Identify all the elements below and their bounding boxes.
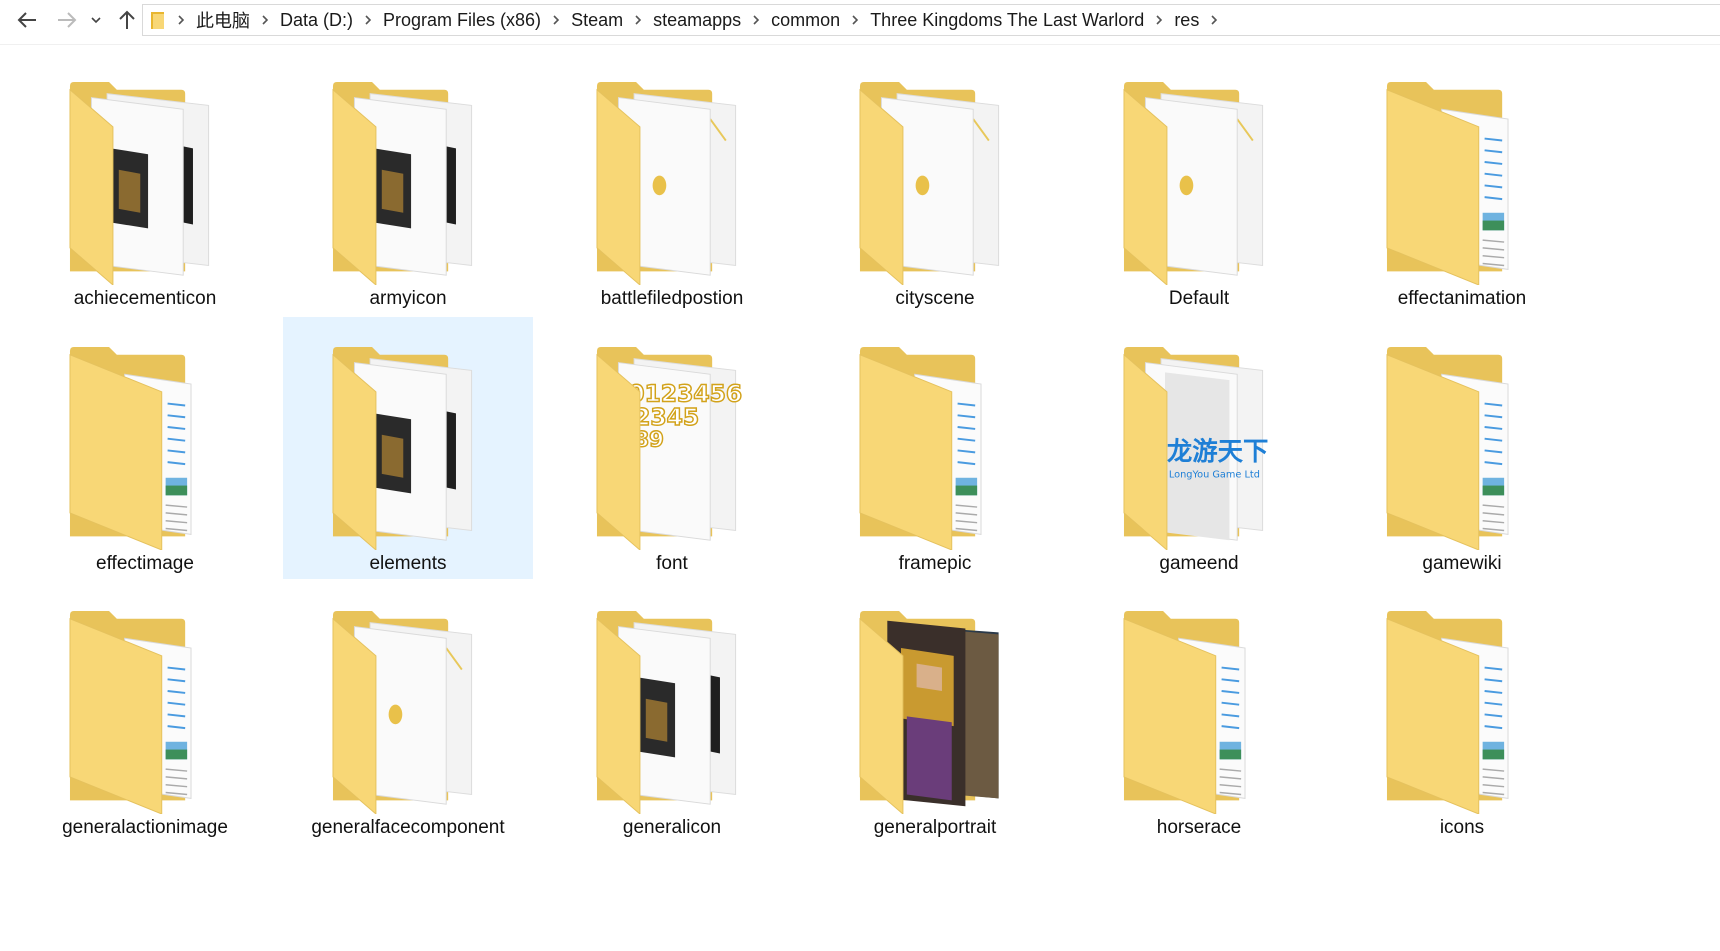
folder-icon	[856, 345, 1026, 551]
breadcrumb-item[interactable]: 此电脑	[194, 7, 252, 33]
folder-icon	[66, 345, 236, 551]
folder-item[interactable]: achiecementicon	[20, 52, 270, 314]
svg-text:龙游天下: 龙游天下	[1167, 436, 1269, 466]
folder-icon	[329, 80, 499, 287]
chevron-right-icon[interactable]	[543, 14, 569, 26]
folder-label: effectimage	[96, 553, 194, 574]
folder-icon	[66, 80, 236, 287]
folder-item[interactable]: generalfacecomponent	[283, 581, 533, 843]
folder-label: gameend	[1159, 553, 1239, 574]
folder-icon	[1383, 345, 1553, 551]
folder-label: effectanimation	[1397, 288, 1527, 309]
folder-label: framepic	[898, 553, 972, 574]
chevron-right-icon[interactable]	[1201, 14, 1227, 26]
divider	[0, 44, 1720, 45]
folder-label: generalactionimage	[62, 817, 228, 838]
svg-text:LongYou Game Ltd: LongYou Game Ltd	[1169, 470, 1260, 481]
folder-label: icons	[1439, 817, 1485, 838]
back-arrow-icon[interactable]	[10, 3, 44, 37]
folder-icon	[1383, 609, 1553, 815]
folder-icon	[1120, 609, 1290, 815]
folder-label: battlefiledpostion	[600, 288, 744, 309]
breadcrumb-item[interactable]: res	[1172, 10, 1201, 31]
chevron-right-icon[interactable]	[252, 14, 278, 26]
folder-item[interactable]: armyicon	[283, 52, 533, 314]
folder-item[interactable]: battlefiledpostion	[547, 52, 797, 314]
folder-item[interactable]: elements	[283, 317, 533, 579]
breadcrumb-item[interactable]: Steam	[569, 10, 625, 31]
folder-icon	[1383, 80, 1553, 286]
folder-item[interactable]: generalportrait	[810, 581, 1060, 843]
folder-item[interactable]: effectimage	[20, 317, 270, 579]
chevron-right-icon[interactable]	[625, 14, 651, 26]
breadcrumb-item[interactable]: steamapps	[651, 10, 743, 31]
folder-item[interactable]: cityscene	[810, 52, 1060, 314]
breadcrumb-item[interactable]: common	[769, 10, 842, 31]
folder-label: elements	[369, 553, 447, 574]
folder-icon: 0123456 2345 89	[593, 345, 763, 552]
folder-label: achiecementicon	[73, 288, 217, 309]
folder-label: generalfacecomponent	[311, 817, 505, 838]
chevron-right-icon[interactable]	[168, 14, 194, 26]
folder-item[interactable]: generalicon	[547, 581, 797, 843]
folder-icon	[329, 345, 499, 552]
up-arrow-icon[interactable]	[110, 3, 144, 37]
chevron-right-icon[interactable]	[842, 14, 868, 26]
chevron-down-icon[interactable]	[83, 3, 109, 37]
folder-icon	[150, 10, 166, 30]
folder-label: horserace	[1156, 817, 1242, 838]
navigation-bar: 此电脑 Data (D:) Program Files (x86) Steam stea…	[0, 0, 1720, 40]
breadcrumb-item[interactable]: Three Kingdoms The Last Warlord	[868, 10, 1146, 31]
folder-label: generalicon	[622, 817, 722, 838]
address-bar[interactable]: 此电脑 Data (D:) Program Files (x86) Steam stea…	[142, 4, 1720, 36]
folder-label: cityscene	[895, 288, 975, 309]
breadcrumb-item[interactable]: Program Files (x86)	[381, 10, 543, 31]
chevron-right-icon[interactable]	[1146, 14, 1172, 26]
chevron-right-icon[interactable]	[355, 14, 381, 26]
folder-item[interactable]: 龙游天下 LongYou Game Ltd gameend	[1074, 317, 1324, 579]
folder-icon	[856, 80, 1026, 287]
folder-icon	[856, 609, 1026, 816]
folder-item[interactable]: gamewiki	[1337, 317, 1587, 579]
chevron-right-icon[interactable]	[743, 14, 769, 26]
folder-item[interactable]: framepic	[810, 317, 1060, 579]
folder-item[interactable]: Default	[1074, 52, 1324, 314]
breadcrumb-item[interactable]: Data (D:)	[278, 10, 355, 31]
folder-item[interactable]: generalactionimage	[20, 581, 270, 843]
folder-icon	[66, 609, 236, 815]
folder-icon	[593, 80, 763, 287]
folder-item[interactable]: 0123456 2345 89 font	[547, 317, 797, 579]
folder-item[interactable]: effectanimation	[1337, 52, 1587, 314]
folder-label: gamewiki	[1422, 553, 1502, 574]
folder-icon	[329, 609, 499, 816]
forward-arrow-icon[interactable]	[50, 3, 84, 37]
folder-icon: 龙游天下 LongYou Game Ltd	[1120, 345, 1290, 552]
folder-icon	[1120, 80, 1290, 287]
folder-icon	[593, 609, 763, 816]
folder-item[interactable]: icons	[1337, 581, 1587, 843]
folder-item[interactable]: horserace	[1074, 581, 1324, 843]
folder-label: generalportrait	[873, 817, 997, 838]
folder-label: armyicon	[369, 288, 447, 309]
folder-label: font	[656, 553, 688, 574]
folder-label: Default	[1168, 288, 1230, 309]
